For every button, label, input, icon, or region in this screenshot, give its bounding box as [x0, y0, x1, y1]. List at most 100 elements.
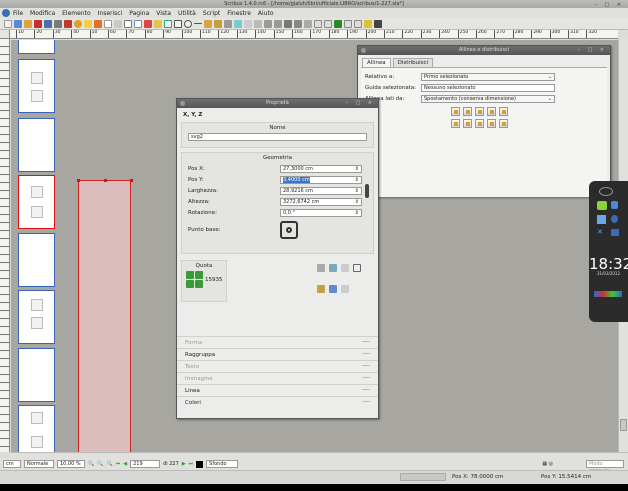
- last-page-icon[interactable]: ⏭: [189, 461, 194, 467]
- link-annotation-icon[interactable]: [374, 19, 382, 28]
- align-window-controls[interactable]: – □ ×: [577, 46, 607, 55]
- first-page-icon[interactable]: ⏮: [116, 461, 121, 467]
- pos-x-input[interactable]: 27,3000 cm ⇕: [280, 164, 362, 173]
- page-thumbnail[interactable]: [18, 59, 55, 113]
- text-annotation-icon[interactable]: [364, 19, 372, 28]
- menu-utilita[interactable]: Utilità: [178, 10, 196, 17]
- print-icon[interactable]: [54, 19, 62, 28]
- resize-handle[interactable]: [104, 179, 107, 182]
- new-from-template-icon[interactable]: [14, 19, 22, 28]
- pdf-checkbox-icon[interactable]: [334, 19, 342, 28]
- sides-dropdown[interactable]: Spostamento (conserva dimensione) ⌄: [421, 94, 555, 103]
- section-immagine[interactable]: Immagine: [177, 372, 378, 384]
- zoom-100-icon[interactable]: 🔍: [97, 461, 103, 467]
- menu-aiuto[interactable]: Aiuto: [258, 10, 274, 17]
- tab-allinea[interactable]: Allinea: [362, 58, 391, 67]
- close-document-icon[interactable]: [34, 19, 42, 28]
- section-colori[interactable]: Colori: [177, 396, 378, 408]
- page-thumbnail[interactable]: [18, 40, 55, 54]
- line-icon[interactable]: [194, 23, 202, 24]
- shape-icon[interactable]: [174, 19, 182, 28]
- section-raggruppa[interactable]: Raggruppa: [177, 348, 378, 360]
- tab-xyz[interactable]: X, Y, Z: [177, 108, 378, 122]
- freehand-icon[interactable]: [214, 19, 222, 28]
- link-frames-icon[interactable]: [264, 19, 272, 28]
- image-frame-icon[interactable]: [144, 19, 152, 28]
- menu-elemento[interactable]: Elemento: [62, 10, 91, 17]
- section-linea[interactable]: Linea: [177, 384, 378, 396]
- properties-titlebar[interactable]: Proprietà – □ ×: [177, 99, 378, 108]
- arrow-down-icon[interactable]: [597, 215, 606, 224]
- close-icon[interactable]: ✕: [597, 228, 606, 237]
- layer-select[interactable]: Sfondo: [206, 460, 239, 468]
- align-right-in-icon[interactable]: [487, 107, 496, 116]
- raise-icon[interactable]: [186, 271, 194, 279]
- resize-handle[interactable]: [130, 179, 133, 182]
- height-input[interactable]: 3272,6742 cm ⇕: [280, 197, 362, 206]
- zoom-in-icon[interactable]: 🔍: [106, 461, 112, 467]
- measure-icon[interactable]: [284, 19, 292, 28]
- zoom-icon[interactable]: [234, 19, 242, 28]
- wifi-icon[interactable]: [611, 215, 618, 223]
- align-left-icon[interactable]: [451, 107, 460, 116]
- page-thumbnail[interactable]: [18, 290, 55, 344]
- new-document-icon[interactable]: [4, 19, 12, 28]
- align-right-icon[interactable]: [499, 107, 508, 116]
- save-icon[interactable]: [44, 19, 52, 28]
- preflight-icon[interactable]: [74, 19, 82, 28]
- edit-text-icon[interactable]: [254, 19, 262, 28]
- pdf-combo-box-icon[interactable]: [344, 19, 352, 28]
- menu-inserisci[interactable]: Inserisci: [98, 10, 123, 17]
- unlink-frames-icon[interactable]: [274, 19, 282, 28]
- pdf-push-button-icon[interactable]: [314, 19, 322, 28]
- cut-icon[interactable]: [94, 19, 102, 28]
- bezier-icon[interactable]: [204, 19, 212, 28]
- lock-size-icon[interactable]: [353, 264, 361, 272]
- pdf-text-field-icon[interactable]: [324, 19, 332, 28]
- name-input[interactable]: svg2: [188, 133, 367, 141]
- vertical-ruler[interactable]: [0, 39, 10, 452]
- basepoint-selector-icon[interactable]: [280, 221, 298, 239]
- chain-icon[interactable]: [329, 284, 337, 293]
- page-thumbnail[interactable]: [18, 405, 55, 452]
- lower-icon[interactable]: [186, 280, 194, 288]
- tab-distribuisci[interactable]: Distribuisci: [392, 58, 434, 67]
- pos-y-input[interactable]: 3,4000 cm ⇕: [280, 175, 362, 184]
- align-left-out-icon[interactable]: [463, 107, 472, 116]
- preview-mode-icon[interactable]: ▦ ◎: [542, 461, 553, 467]
- align-center-h-icon[interactable]: [475, 107, 484, 116]
- menu-finestre[interactable]: Finestre: [227, 10, 251, 17]
- horizontal-ruler[interactable]: 10 20 30 40 50 60 70 80 90 100 110 120 130 140 150 160 1…: [10, 30, 618, 39]
- select-tool-icon[interactable]: [124, 19, 132, 28]
- bluetooth-icon[interactable]: [611, 201, 618, 209]
- window-menu-icon[interactable]: [180, 101, 185, 106]
- rotation-input[interactable]: 0,0 ° ⇕: [280, 208, 362, 217]
- copy-icon[interactable]: [104, 19, 112, 28]
- flip-v-icon[interactable]: [329, 264, 337, 272]
- undo-icon[interactable]: [84, 19, 92, 28]
- align-window-titlebar[interactable]: Allinea e distribuisci – □ ×: [358, 46, 610, 55]
- print-enable-icon[interactable]: [317, 284, 325, 293]
- menu-pagina[interactable]: Pagina: [129, 10, 149, 17]
- copy-properties-icon[interactable]: [294, 19, 302, 28]
- rotate-icon[interactable]: [224, 19, 232, 28]
- page-thumbnail[interactable]: [18, 118, 55, 172]
- zoom-input[interactable]: 10,00 %: [57, 460, 85, 468]
- page-thumbnail-selected[interactable]: [18, 175, 55, 229]
- resize-handle[interactable]: [77, 179, 80, 182]
- raise-to-top-icon[interactable]: [195, 271, 203, 279]
- menu-file[interactable]: File: [13, 10, 23, 17]
- width-input[interactable]: 28,9216 cm ⇕: [280, 186, 362, 195]
- text-flow-icon[interactable]: [341, 284, 349, 293]
- section-testo[interactable]: Testo: [177, 360, 378, 372]
- page-thumbnail[interactable]: [18, 348, 55, 402]
- table-icon[interactable]: [164, 19, 172, 28]
- download-icon[interactable]: [597, 201, 607, 210]
- flip-h-icon[interactable]: [317, 264, 325, 272]
- align-center-v-icon[interactable]: [475, 119, 484, 128]
- section-forma[interactable]: Forma: [177, 336, 378, 348]
- page-thumbnail[interactable]: [18, 233, 55, 287]
- align-bottom-icon[interactable]: [499, 119, 508, 128]
- zoom-out-icon[interactable]: 🔍: [88, 461, 94, 467]
- align-top-out-icon[interactable]: [463, 119, 472, 128]
